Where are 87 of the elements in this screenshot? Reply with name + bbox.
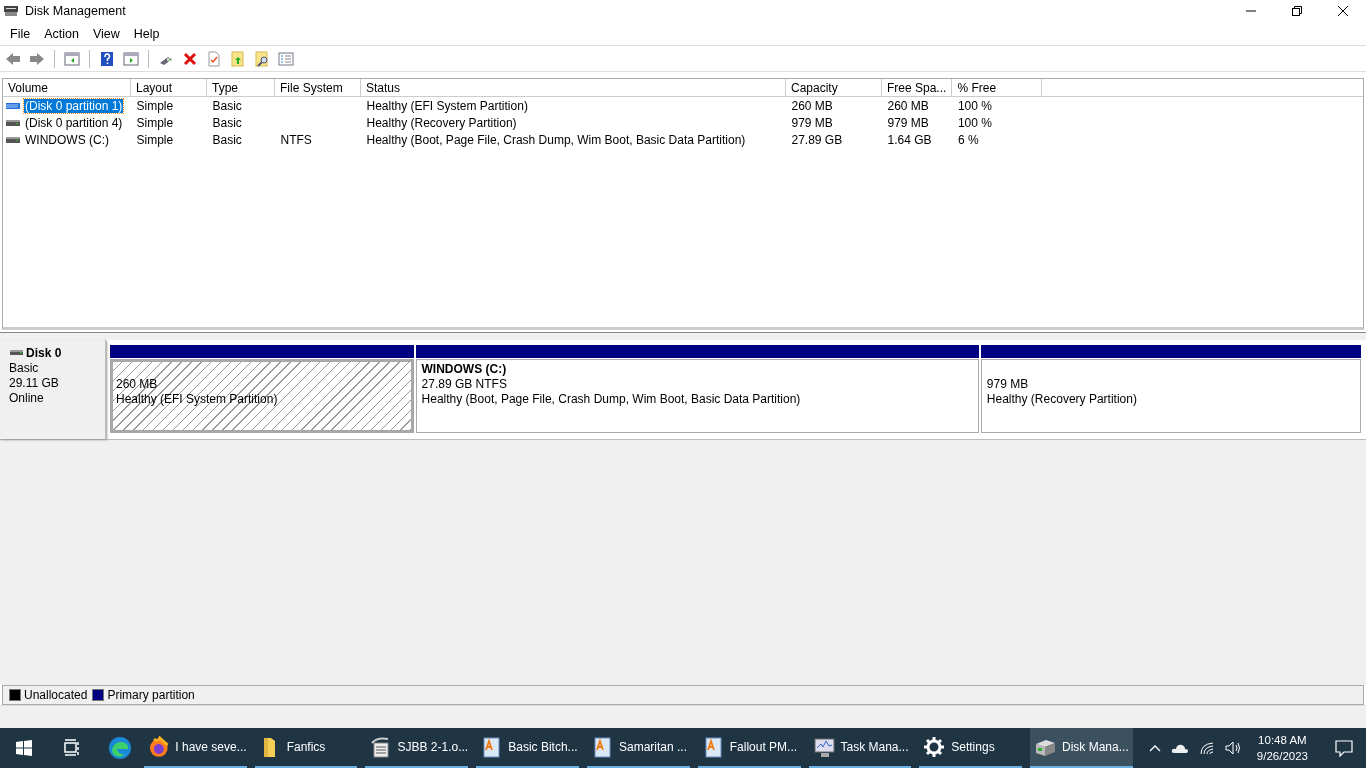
speaker-icon[interactable] xyxy=(1224,741,1243,755)
panel-icon[interactable] xyxy=(123,50,139,67)
chevron-up-icon[interactable] xyxy=(1148,743,1161,753)
table-cell: 260 MB xyxy=(791,98,833,113)
table-cell: Healthy (Recovery Partition) xyxy=(366,115,517,130)
partition-status: Healthy (EFI System Partition) xyxy=(116,392,279,407)
taskbar-app-button[interactable]: Basic Bitch... xyxy=(476,728,579,768)
disk-type: Basic xyxy=(9,361,40,376)
partition-block[interactable]: 260 MB Healthy (EFI System Partition) xyxy=(110,359,414,433)
menu-item[interactable]: View xyxy=(85,26,127,41)
legend-label: Unallocated xyxy=(24,688,88,702)
volume-name[interactable]: (Disk 0 partition 1) xyxy=(24,98,124,113)
table-cell: 100 % xyxy=(957,115,992,130)
taskbar-app-button[interactable]: Task Mana... xyxy=(808,728,912,768)
taskbar-app-button[interactable]: SJBB 2-1.o... xyxy=(365,728,469,768)
menu-item[interactable]: Help xyxy=(126,26,167,41)
table-cell: Simple xyxy=(136,115,174,130)
table-cell: Basic xyxy=(212,115,242,130)
partition-size: 27.89 GB NTFS xyxy=(421,377,508,392)
legend-label: Primary partition xyxy=(107,688,195,702)
column-header[interactable]: Status xyxy=(360,79,786,97)
table-cell: Basic xyxy=(212,132,242,147)
settings-icon xyxy=(923,736,946,758)
column-header[interactable]: Layout xyxy=(130,79,207,97)
table-cell: NTFS xyxy=(280,132,312,147)
column-header[interactable]: % Free xyxy=(951,79,1042,97)
column-header[interactable]: Free Spa... xyxy=(881,79,952,97)
back-arrow-icon[interactable] xyxy=(5,50,21,67)
partition-size: 979 MB xyxy=(986,377,1030,392)
window-title: Disk Management xyxy=(25,4,126,18)
close-icon xyxy=(1338,6,1348,16)
table-cell: 6 % xyxy=(957,132,979,147)
taskbar-app-button[interactable]: I have seve... xyxy=(143,728,247,768)
partition-status: Healthy (Recovery Partition) xyxy=(986,392,1138,407)
table-cell: 979 MB xyxy=(887,115,929,130)
table-cell: Healthy (EFI System Partition) xyxy=(366,98,528,113)
wifi-icon[interactable] xyxy=(1198,741,1215,755)
table-cell: 260 MB xyxy=(887,98,929,113)
column-header[interactable]: File System xyxy=(274,79,361,97)
panel-icon[interactable] xyxy=(64,50,80,67)
clock[interactable]: 10:48 AM 9/26/2023 xyxy=(1252,732,1312,764)
partition-block[interactable]: 979 MB Healthy (Recovery Partition) xyxy=(980,359,1361,433)
column-header[interactable]: Volume xyxy=(3,79,131,97)
menu-item[interactable]: File xyxy=(3,26,38,41)
taskbar-app-button[interactable]: Settings xyxy=(919,728,1023,768)
checklist-icon[interactable] xyxy=(206,50,222,67)
table-cell: Healthy (Boot, Page File, Crash Dump, Wim Boot, Basic Data Partition) xyxy=(366,132,746,147)
partition-size: 260 MB xyxy=(116,377,159,392)
document-stack-icon xyxy=(369,736,392,758)
chart-monitor-icon xyxy=(812,736,835,758)
disk-name: Disk 0 xyxy=(26,346,62,361)
fox-globe-icon xyxy=(147,736,170,758)
table-cell: 1.64 GB xyxy=(887,132,932,147)
disk-drive-icon xyxy=(3,3,19,19)
column-header[interactable]: Capacity xyxy=(785,79,882,97)
cloud-icon[interactable] xyxy=(1170,742,1189,754)
volume-name[interactable]: WINDOWS (C:) xyxy=(24,132,110,147)
taskbar-app-button[interactable]: Fallout PM... xyxy=(697,728,801,768)
menu-item[interactable]: Action xyxy=(37,26,86,41)
taskbar-app-button[interactable]: Fanfics xyxy=(254,728,358,768)
swirl-browser-icon xyxy=(107,736,132,760)
search-folder-icon[interactable] xyxy=(254,50,270,67)
restore-icon xyxy=(1292,6,1302,16)
forward-arrow-icon[interactable] xyxy=(29,50,45,67)
speech-bubble-icon xyxy=(1335,739,1353,757)
column-header[interactable]: Type xyxy=(206,79,275,97)
table-cell: 27.89 GB xyxy=(791,132,843,147)
partition-status: Healthy (Boot, Page File, Crash Dump, Wim Boot, Basic Data Partition) xyxy=(421,392,802,407)
taskbar-app-button[interactable]: Disk Mana... xyxy=(1030,728,1133,768)
table-cell: 100 % xyxy=(957,98,992,113)
disk-size: 29.11 GB xyxy=(9,376,60,391)
help-icon[interactable] xyxy=(99,50,115,67)
delete-icon[interactable] xyxy=(182,50,198,67)
clock-time: 10:48 AM xyxy=(1258,733,1307,748)
partition-title: WINDOWS (C:) xyxy=(421,362,508,377)
disk-status: Online xyxy=(9,391,45,406)
table-cell: 979 MB xyxy=(791,115,833,130)
windows-logo-icon xyxy=(14,739,33,757)
clock-date: 9/26/2023 xyxy=(1256,749,1308,764)
partition-block[interactable]: WINDOWS (C:) 27.89 GB NTFS Healthy (Boot, Page File, Crash Dump, Wim Boot, Basic Data Partition) xyxy=(415,359,979,433)
table-cell: Simple xyxy=(136,132,174,147)
text-document-icon xyxy=(480,736,503,758)
task-view-icon xyxy=(62,739,81,757)
taskbar-app-button[interactable]: Samaritan ... xyxy=(586,728,690,768)
table-cell: Basic xyxy=(212,98,242,113)
table-cell: Simple xyxy=(136,98,174,113)
volume-name[interactable]: (Disk 0 partition 4) xyxy=(24,115,124,130)
